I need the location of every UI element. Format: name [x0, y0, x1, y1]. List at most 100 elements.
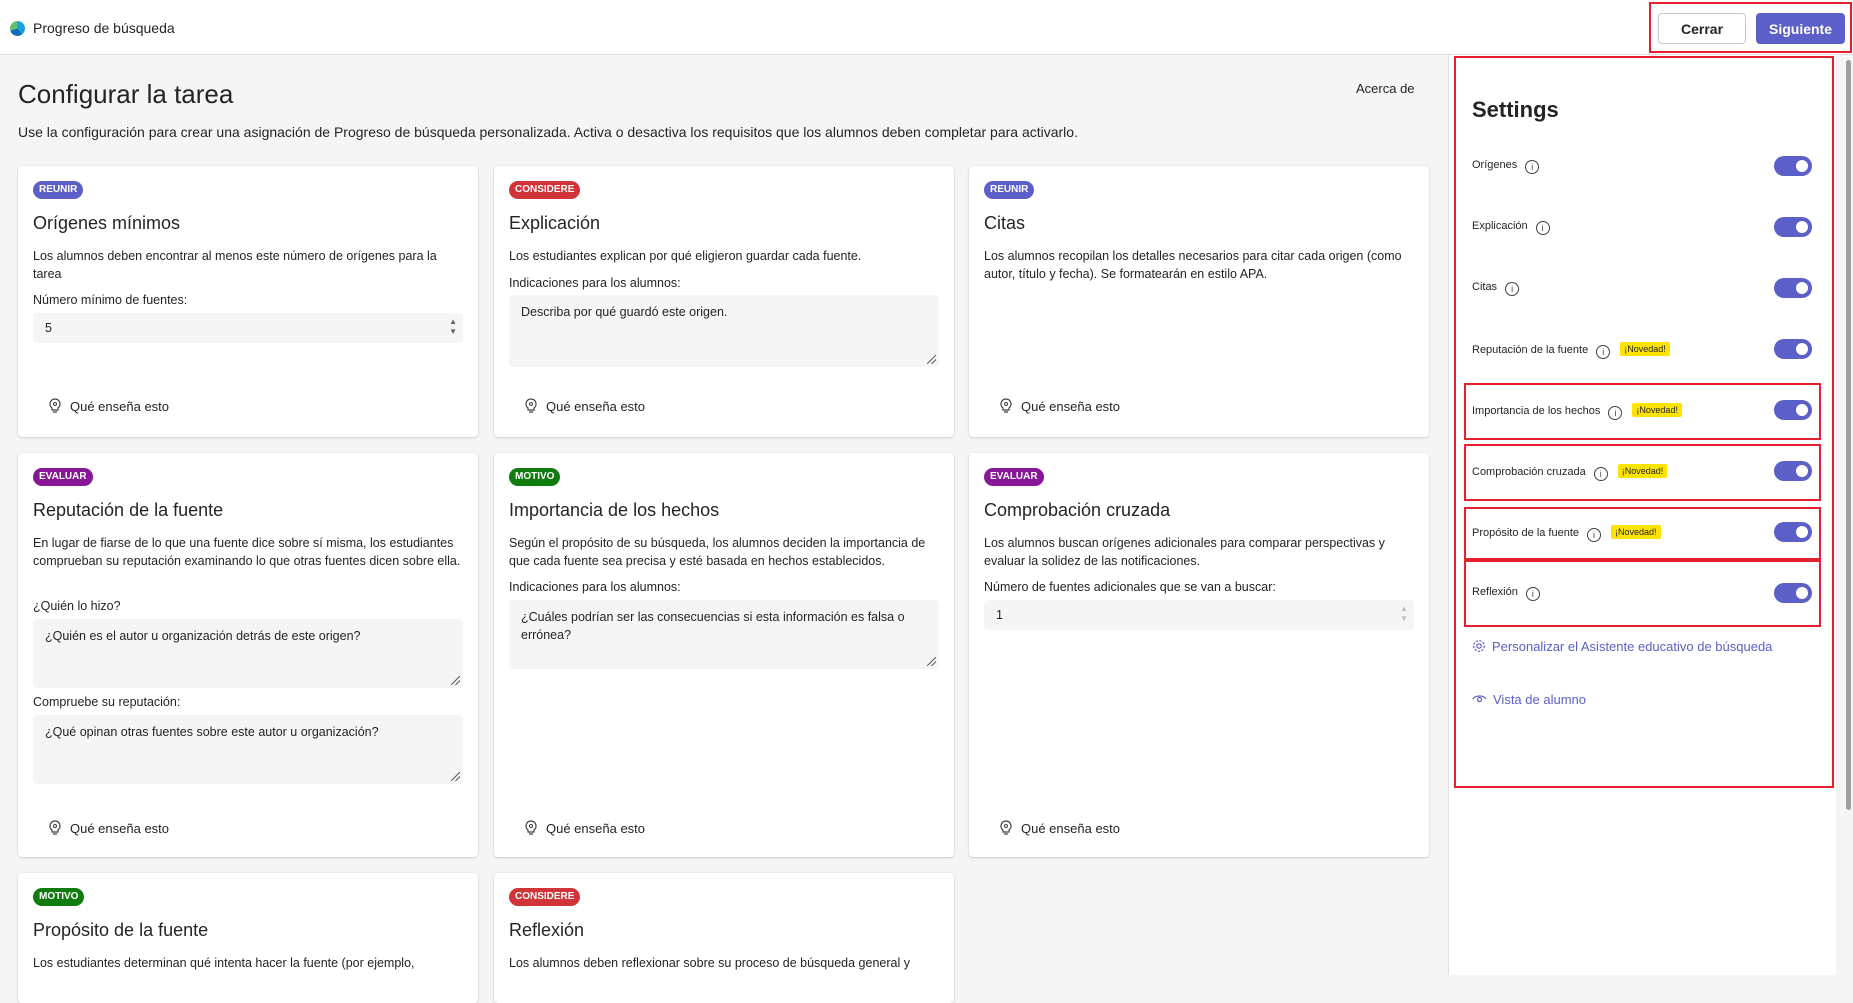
- card-explanation: CONSIDERE Explicación Los estudiantes ex…: [494, 166, 954, 437]
- resize-handle-icon[interactable]: [451, 676, 460, 685]
- setting-label-wrap: Comprobación cruzada i ¡Novedad!: [1472, 464, 1668, 481]
- toggle-source-reputation[interactable]: [1774, 339, 1812, 359]
- new-badge: ¡Novedad!: [1620, 342, 1670, 356]
- gear-icon: [1473, 640, 1485, 652]
- card-fact-importance: MOTIVO Importancia de los hechos Según e…: [494, 453, 954, 857]
- setting-row-fact-importance: Importancia de los hechos i ¡Novedad!: [1472, 397, 1812, 425]
- card-title: Reflexión: [509, 920, 585, 940]
- lightbulb-icon: [525, 820, 537, 835]
- settings-title: Settings: [1472, 97, 1559, 122]
- badge-motive: MOTIVO: [33, 888, 85, 906]
- lightbulb-icon: [1000, 398, 1012, 413]
- info-icon[interactable]: i: [1593, 467, 1608, 481]
- setting-row-explanation: Explicación i: [1472, 214, 1812, 242]
- field-label: Número mínimo de fuentes:: [33, 293, 188, 307]
- resize-handle-icon[interactable]: [451, 772, 460, 781]
- toggle-fact-importance[interactable]: [1774, 400, 1812, 420]
- who-made-it-textarea[interactable]: ¿Quién es el autor u organización detrás…: [33, 619, 463, 688]
- card-source-purpose: MOTIVO Propósito de la fuente Los estudi…: [18, 873, 478, 1003]
- lightbulb-icon: [49, 820, 61, 835]
- additional-sources-input[interactable]: 1 ▲ ▼: [984, 600, 1414, 630]
- setting-row-citations: Citas i: [1472, 275, 1812, 303]
- badge-evaluate: EVALUAR: [33, 468, 93, 486]
- info-icon[interactable]: i: [1525, 160, 1540, 174]
- about-link[interactable]: Acerca de: [1356, 81, 1415, 96]
- toggle-sources[interactable]: [1774, 156, 1812, 176]
- info-icon[interactable]: i: [1608, 406, 1623, 420]
- fact-importance-textarea[interactable]: ¿Cuáles podrían ser las consecuencias si…: [509, 600, 939, 669]
- spinner-arrows-icon[interactable]: ▲ ▼: [1400, 604, 1408, 624]
- card-description: Los alumnos deben encontrar al menos est…: [33, 249, 437, 281]
- card-description: Los alumnos recopilan los detalles neces…: [984, 249, 1402, 281]
- setting-label-wrap: Orígenes i: [1472, 159, 1540, 174]
- card-cross-check: EVALUAR Comprobación cruzada Los alumnos…: [969, 453, 1429, 857]
- input-value: 1: [996, 608, 1003, 622]
- minimum-sources-input[interactable]: 5 ▲ ▼: [33, 313, 463, 343]
- card-description: Los estudiantes explican por qué eligier…: [509, 249, 862, 263]
- explanation-prompt-textarea[interactable]: Describa por qué guardó este origen.: [509, 295, 939, 367]
- textarea-value: Describa por qué guardó este origen.: [521, 305, 728, 319]
- spinner-arrows-icon[interactable]: ▲ ▼: [449, 317, 457, 337]
- setting-label-wrap: Reputación de la fuente i ¡Novedad!: [1472, 342, 1670, 359]
- student-view-link[interactable]: Vista de alumno: [1472, 692, 1586, 707]
- student-view-label: Vista de alumno: [1493, 692, 1586, 707]
- new-badge: ¡Novedad!: [1632, 403, 1682, 417]
- what-it-teaches-link[interactable]: Qué enseña esto: [48, 820, 169, 836]
- toggle-reflection[interactable]: [1774, 583, 1812, 603]
- info-icon[interactable]: i: [1587, 528, 1602, 542]
- card-title: Comprobación cruzada: [984, 500, 1171, 520]
- info-icon[interactable]: i: [1525, 587, 1540, 601]
- customize-assistant-link[interactable]: Personalizar el Asistente educativo de b…: [1472, 639, 1772, 654]
- badge-evaluate: EVALUAR: [984, 468, 1044, 486]
- setting-row-sources: Orígenes i: [1472, 153, 1812, 181]
- card-citations: REUNIR Citas Los alumnos recopilan los d…: [969, 166, 1429, 437]
- setting-label-wrap: Explicación i: [1472, 220, 1550, 235]
- setting-row-cross-check: Comprobación cruzada i ¡Novedad!: [1472, 458, 1812, 486]
- setting-label: Citas: [1472, 281, 1498, 293]
- field-label: Indicaciones para los alumnos:: [509, 580, 681, 594]
- setting-label: Orígenes: [1472, 159, 1518, 171]
- toggle-explanation[interactable]: [1774, 217, 1812, 237]
- card-description: Los estudiantes determinan qué intenta h…: [33, 956, 415, 970]
- card-minimum-sources: REUNIR Orígenes mínimos Los alumnos debe…: [18, 166, 478, 437]
- teach-label: Qué enseña esto: [546, 821, 646, 836]
- badge-motive: MOTIVO: [509, 468, 561, 486]
- card-title: Propósito de la fuente: [33, 920, 209, 940]
- lightbulb-icon: [525, 398, 537, 413]
- card-title: Reputación de la fuente: [33, 500, 224, 520]
- lightbulb-icon: [1000, 820, 1012, 835]
- setting-label: Comprobación cruzada: [1472, 466, 1586, 478]
- info-icon[interactable]: i: [1596, 345, 1611, 359]
- app-logo-icon: [10, 21, 25, 36]
- resize-handle-icon[interactable]: [927, 657, 936, 666]
- teach-label: Qué enseña esto: [70, 821, 170, 836]
- toggle-source-purpose[interactable]: [1774, 522, 1812, 542]
- what-it-teaches-link[interactable]: Qué enseña esto: [999, 398, 1120, 414]
- lightbulb-icon: [49, 398, 61, 413]
- resize-handle-icon[interactable]: [927, 355, 936, 364]
- vertical-scrollbar[interactable]: [1846, 60, 1851, 810]
- close-button[interactable]: Cerrar: [1658, 13, 1746, 44]
- what-it-teaches-link[interactable]: Qué enseña esto: [999, 820, 1120, 836]
- toggle-citations[interactable]: [1774, 278, 1812, 298]
- what-it-teaches-link[interactable]: Qué enseña esto: [524, 820, 645, 836]
- next-button[interactable]: Siguiente: [1756, 13, 1845, 44]
- card-title: Explicación: [509, 213, 601, 233]
- textarea-value: ¿Qué opinan otras fuentes sobre este aut…: [45, 725, 379, 739]
- setting-label-wrap: Importancia de los hechos i ¡Novedad!: [1472, 403, 1682, 420]
- check-reputation-textarea[interactable]: ¿Qué opinan otras fuentes sobre este aut…: [33, 715, 463, 784]
- card-description: En lugar de fiarse de lo que una fuente …: [33, 536, 461, 568]
- eye-icon: [1472, 695, 1487, 703]
- page-title: Configurar la tarea: [18, 79, 234, 109]
- textarea-value: ¿Quién es el autor u organización detrás…: [45, 629, 361, 643]
- setting-label: Reflexión: [1472, 586, 1518, 598]
- what-it-teaches-link[interactable]: Qué enseña esto: [48, 398, 169, 414]
- info-icon[interactable]: i: [1505, 282, 1520, 296]
- field-label: Número de fuentes adicionales que se van…: [984, 580, 1276, 594]
- badge-gather: REUNIR: [984, 181, 1035, 199]
- info-icon[interactable]: i: [1535, 221, 1550, 235]
- field-label: Indicaciones para los alumnos:: [509, 276, 681, 290]
- card-title: Importancia de los hechos: [509, 500, 720, 520]
- toggle-cross-check[interactable]: [1774, 461, 1812, 481]
- what-it-teaches-link[interactable]: Qué enseña esto: [524, 398, 645, 414]
